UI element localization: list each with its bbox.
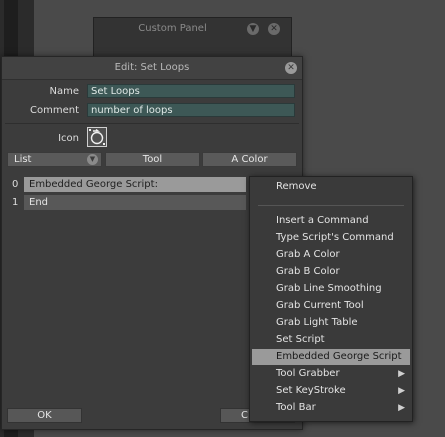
menu-item-remove[interactable]: Remove	[252, 179, 410, 195]
icon-label: Icon	[58, 133, 79, 144]
close-icon[interactable]: ✕	[285, 62, 297, 74]
close-icon[interactable]: ✕	[268, 23, 280, 35]
chevron-down-icon[interactable]: ▼	[247, 23, 259, 35]
tool-header-button[interactable]: Tool	[105, 152, 200, 167]
list-dropdown[interactable]: List ▼	[7, 152, 102, 167]
context-menu: Remove Insert a Command Type Script's Co…	[249, 176, 413, 422]
menu-item-label: Tool Bar	[276, 402, 316, 413]
menu-item[interactable]: Grab Line Smoothing	[252, 281, 410, 297]
comment-field[interactable]: number of loops	[87, 103, 295, 117]
chevron-right-icon: ▶	[398, 403, 405, 413]
menu-item[interactable]: Grab Current Tool	[252, 298, 410, 314]
chevron-down-icon: ▼	[87, 154, 98, 165]
chevron-right-icon: ▶	[398, 386, 405, 396]
comment-label: Comment	[30, 105, 79, 116]
menu-item[interactable]: Grab A Color	[252, 247, 410, 263]
menu-item[interactable]: Type Script's Command	[252, 230, 410, 246]
list-dropdown-label: List	[14, 154, 32, 165]
name-field[interactable]: Set Loops	[87, 84, 295, 98]
chevron-right-icon: ▶	[398, 369, 405, 379]
menu-item-label: Tool Grabber	[276, 368, 340, 379]
custom-panel-title: Custom Panel	[138, 23, 207, 34]
loop-icon	[89, 128, 105, 145]
name-label: Name	[49, 86, 79, 97]
menu-item-label: Set KeyStroke	[276, 385, 346, 396]
menu-item-set-keystroke[interactable]: Set KeyStroke ▶	[252, 383, 410, 399]
menu-separator	[258, 205, 404, 206]
menu-item-tool-bar[interactable]: Tool Bar ▶	[252, 400, 410, 416]
menu-item[interactable]: Set Script	[252, 332, 410, 348]
divider	[5, 123, 299, 124]
dialog-title: Edit: Set Loops	[2, 57, 302, 80]
menu-item[interactable]: Grab B Color	[252, 264, 410, 280]
row-index: 0	[12, 179, 19, 190]
menu-item[interactable]: Insert a Command	[252, 213, 410, 229]
row-index: 1	[12, 197, 19, 208]
list-item[interactable]: End	[24, 195, 246, 210]
list-item[interactable]: Embedded George Script:	[24, 177, 246, 192]
menu-item-tool-grabber[interactable]: Tool Grabber ▶	[252, 366, 410, 382]
menu-item[interactable]: Grab Light Table	[252, 315, 410, 331]
icon-picker[interactable]	[87, 127, 107, 147]
menu-item-selected[interactable]: Embedded George Script	[252, 349, 410, 365]
ok-button[interactable]: OK	[7, 408, 82, 423]
a-color-header-button[interactable]: A Color	[202, 152, 297, 167]
